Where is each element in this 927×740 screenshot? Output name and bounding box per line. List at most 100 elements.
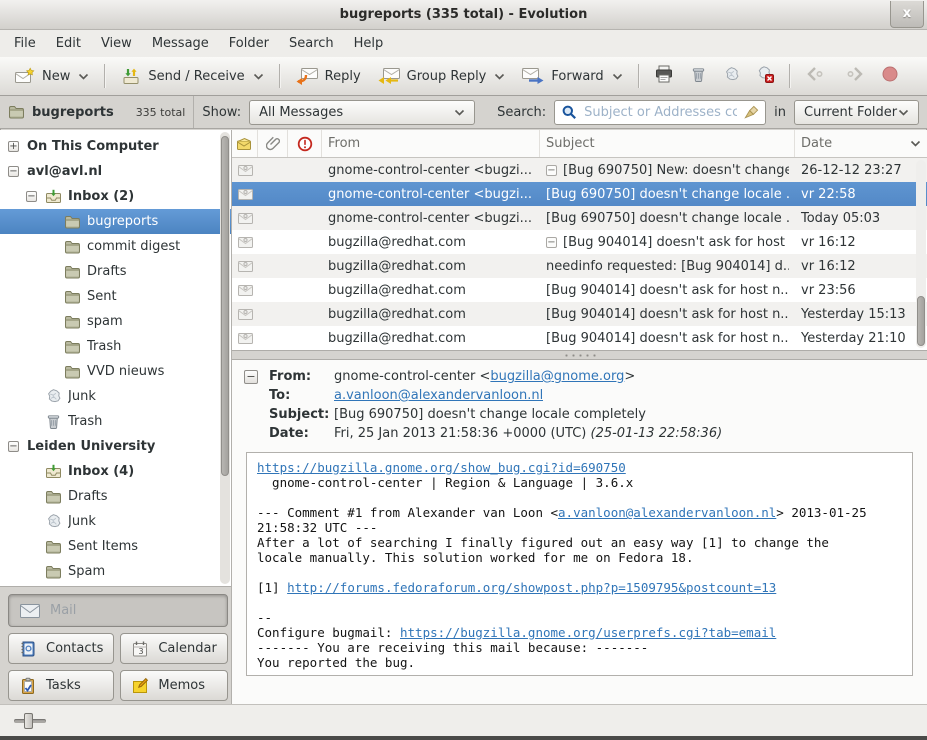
sidebar-item-sent-items[interactable]: Sent Items xyxy=(0,534,231,559)
menu-view[interactable]: View xyxy=(91,32,142,55)
sidebar-item-leiden-university[interactable]: −Leiden University xyxy=(0,434,231,459)
priority-column-header[interactable] xyxy=(288,130,322,157)
menu-file[interactable]: File xyxy=(4,32,46,55)
contacts-button[interactable]: Contacts xyxy=(8,633,114,664)
print-button[interactable] xyxy=(646,60,682,92)
from-email-link[interactable]: bugzilla@gnome.org xyxy=(490,369,624,384)
show-filter-value: All Messages xyxy=(259,105,343,120)
tasks-button[interactable]: Tasks xyxy=(8,670,114,701)
mail-button[interactable]: Mail xyxy=(8,594,228,627)
message-list-scrollbar-thumb[interactable] xyxy=(917,296,925,346)
message-row[interactable]: bugzilla@redhat.com[Bug 904014] doesn't … xyxy=(232,302,927,326)
sidebar-item-vvd-nieuws[interactable]: VVD nieuws xyxy=(0,359,231,384)
menu-search[interactable]: Search xyxy=(279,32,344,55)
folder-label: Drafts xyxy=(68,489,108,504)
menu-message[interactable]: Message xyxy=(142,32,219,55)
clear-search-icon[interactable] xyxy=(744,105,759,120)
body-link[interactable]: https://bugzilla.gnome.org/userprefs.cgi… xyxy=(400,625,776,640)
switcher-size-slider[interactable] xyxy=(14,718,46,724)
sidebar-item-spam[interactable]: Spam xyxy=(0,559,231,584)
folder-label: Trash xyxy=(68,414,102,429)
search-field[interactable] xyxy=(554,100,766,125)
search-toolbar: Show: All Messages Search: in Current Fo… xyxy=(194,96,927,128)
attachment-column-header[interactable] xyxy=(258,130,288,157)
sidebar-item-commit-digest[interactable]: commit digest xyxy=(0,234,231,259)
thread-collapse-toggle[interactable]: − xyxy=(546,165,557,176)
sidebar-item-on-this-computer[interactable]: +On This Computer xyxy=(0,134,231,159)
chevron-down-icon[interactable] xyxy=(78,73,89,80)
sidebar-item-drafts[interactable]: Drafts xyxy=(0,484,231,509)
slider-grip[interactable] xyxy=(24,713,33,729)
menu-edit[interactable]: Edit xyxy=(46,32,91,55)
sidebar-scrollbar[interactable] xyxy=(220,132,230,584)
chevron-down-icon[interactable] xyxy=(494,73,505,80)
tree-expander[interactable]: − xyxy=(26,191,37,202)
new-button[interactable]: New xyxy=(6,62,97,90)
to-email-link[interactable]: a.vanloon@alexandervanloon.nl xyxy=(334,388,543,403)
sidebar-item-spam[interactable]: spam xyxy=(0,309,231,334)
memos-button[interactable]: Memos xyxy=(120,670,227,701)
sidebar-item-inbox-2[interactable]: −Inbox (2) xyxy=(0,184,231,209)
message-row[interactable]: bugzilla@redhat.com[Bug 904014] doesn't … xyxy=(232,326,927,350)
date-column-header[interactable]: Date xyxy=(795,130,927,157)
sidebar-item-sent[interactable]: Sent xyxy=(0,284,231,309)
previous-button[interactable] xyxy=(797,61,835,91)
tree-expander[interactable]: + xyxy=(8,141,19,152)
sidebar-item-junk[interactable]: Junk xyxy=(0,384,231,409)
forward-button[interactable]: Forward xyxy=(513,62,630,90)
search-input[interactable] xyxy=(582,104,739,121)
group-reply-button[interactable]: Group Reply xyxy=(369,62,514,90)
message-row[interactable]: gnome-control-center <bugzi...[Bug 69075… xyxy=(232,206,927,230)
message-row[interactable]: bugzilla@redhat.com−[Bug 904014] doesn't… xyxy=(232,230,927,254)
chevron-down-icon[interactable] xyxy=(253,73,264,80)
not-junk-button[interactable] xyxy=(748,60,782,92)
subject-cell: [Bug 904014] doesn't ask for host n... xyxy=(540,331,795,346)
sidebar-item-trash[interactable]: Trash xyxy=(0,409,231,434)
close-button[interactable]: x xyxy=(890,1,924,28)
inbox-icon xyxy=(45,189,62,204)
body-link[interactable]: https://bugzilla.gnome.org/show_bug.cgi?… xyxy=(257,460,626,475)
search-scope-dropdown[interactable]: Current Folder xyxy=(794,100,919,125)
stop-button[interactable] xyxy=(873,60,907,92)
sidebar-item-inbox-4[interactable]: Inbox (4) xyxy=(0,459,231,484)
calendar-button[interactable]: 3Calendar xyxy=(120,633,227,664)
show-filter-dropdown[interactable]: All Messages xyxy=(249,100,475,125)
body-link[interactable]: a.vanloon@alexandervanloon.nl xyxy=(558,505,776,520)
delete-button[interactable] xyxy=(682,61,715,92)
header-from: From: gnome-control-center <bugzilla@gno… xyxy=(269,367,915,386)
message-list-scrollbar[interactable] xyxy=(916,160,926,348)
from-column-header[interactable]: From xyxy=(322,130,540,157)
trash-icon xyxy=(45,413,62,430)
tree-expander[interactable]: − xyxy=(8,166,19,177)
column-menu-chevron-icon[interactable] xyxy=(910,140,921,147)
body-text: [1] xyxy=(257,580,287,595)
header-to: To: a.vanloon@alexandervanloon.nl xyxy=(269,386,915,405)
next-button[interactable] xyxy=(835,61,873,91)
sidebar-item-bugreports[interactable]: bugreports xyxy=(0,209,231,234)
pane-splitter[interactable] xyxy=(232,350,927,360)
sidebar-scrollbar-thumb[interactable] xyxy=(221,136,229,476)
sidebar-item-trash[interactable]: Trash xyxy=(0,334,231,359)
sidebar-item-junk[interactable]: Junk xyxy=(0,509,231,534)
message-row[interactable]: gnome-control-center <bugzi...[Bug 69075… xyxy=(232,182,927,206)
message-row[interactable]: gnome-control-center <bugzi...−[Bug 6907… xyxy=(232,158,927,182)
chevron-down-icon[interactable] xyxy=(612,73,623,80)
sidebar-item-avl-avl-nl[interactable]: −avl@avl.nl xyxy=(0,159,231,184)
send-receive-button[interactable]: Send / Receive xyxy=(112,62,271,90)
chevron-down-icon xyxy=(454,109,465,116)
from-cell: bugzilla@redhat.com xyxy=(322,283,540,298)
thread-collapse-toggle[interactable]: − xyxy=(546,237,557,248)
collapse-headers-button[interactable]: − xyxy=(244,370,258,384)
menu-help[interactable]: Help xyxy=(344,32,394,55)
body-link[interactable]: http://forums.fedoraforum.org/showpost.p… xyxy=(287,580,776,595)
status-column-header[interactable] xyxy=(232,130,258,157)
tree-expander[interactable]: − xyxy=(8,441,19,452)
sidebar-item-drafts[interactable]: Drafts xyxy=(0,259,231,284)
folder-icon xyxy=(64,265,81,279)
menu-folder[interactable]: Folder xyxy=(219,32,279,55)
reply-button[interactable]: Reply xyxy=(287,62,369,90)
message-row[interactable]: bugzilla@redhat.com[Bug 904014] doesn't … xyxy=(232,278,927,302)
junk-button[interactable] xyxy=(715,61,748,92)
message-row[interactable]: bugzilla@redhat.comneedinfo requested: [… xyxy=(232,254,927,278)
subject-column-header[interactable]: Subject xyxy=(540,130,795,157)
